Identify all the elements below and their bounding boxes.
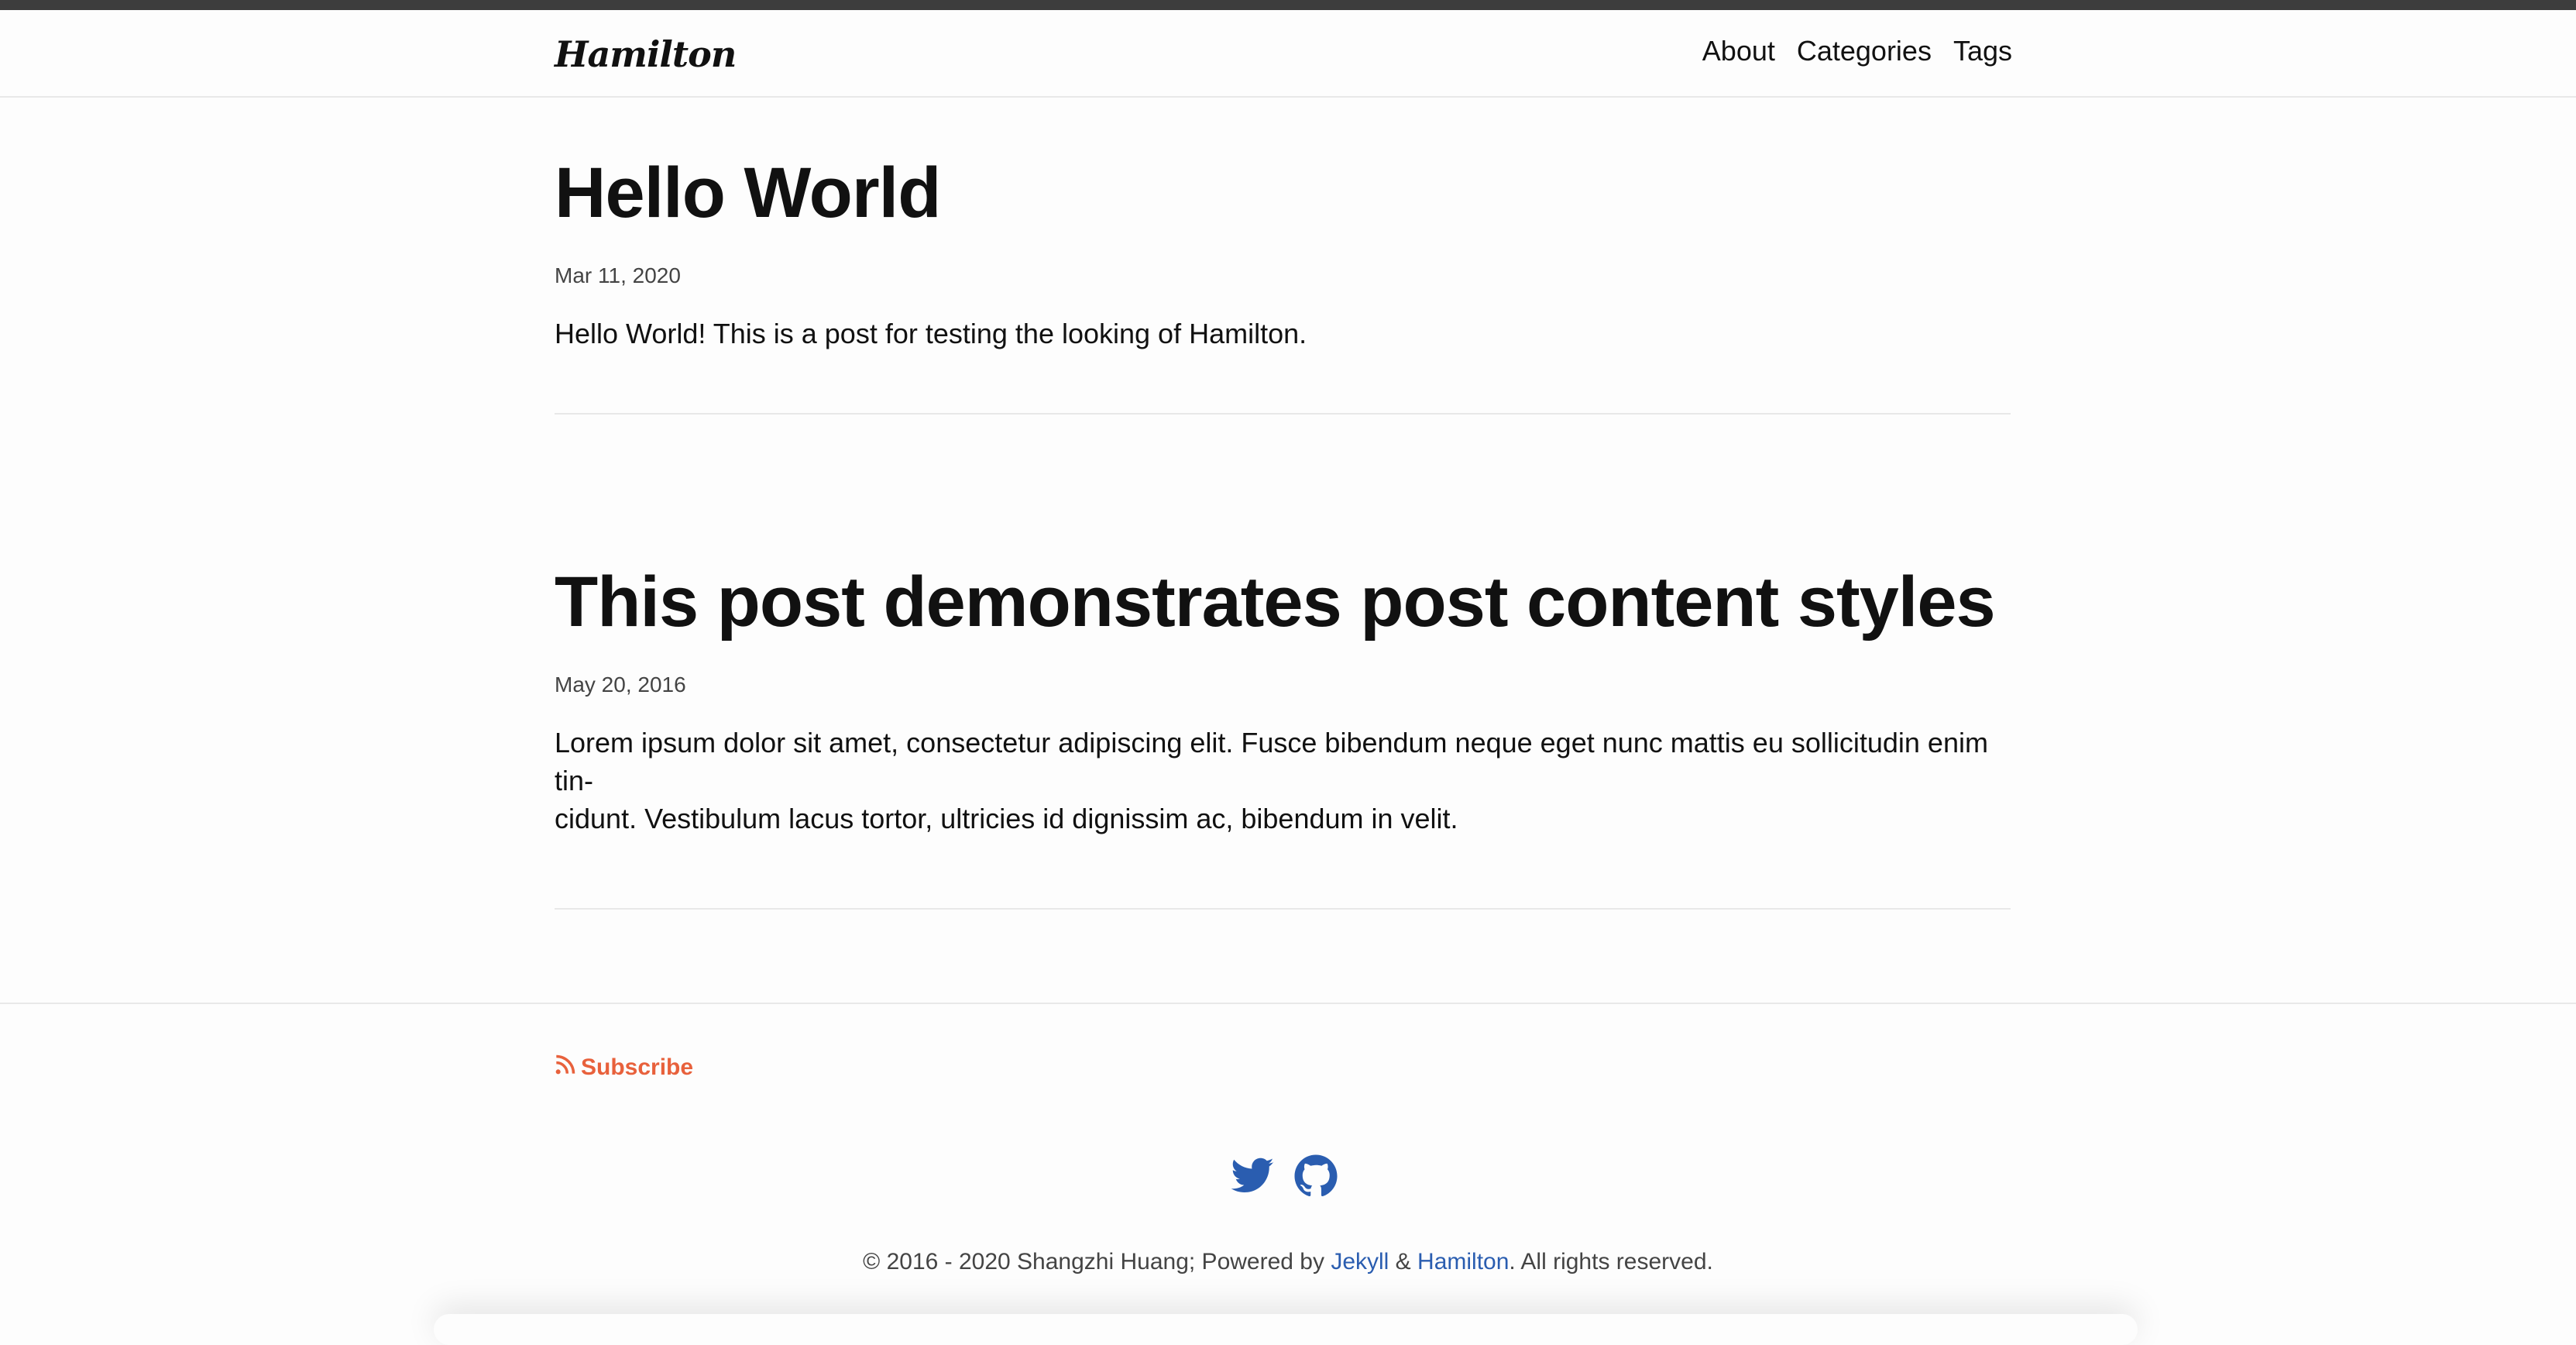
post-date: Mar 11, 2020 <box>555 263 681 288</box>
post-excerpt-line: cidunt. Vestibulum lacus tortor, ultrici… <box>555 803 1458 835</box>
site-footer: Subscribe © 2016 - 2020 Shangzhi Huang; … <box>0 1003 2576 1343</box>
post-title-link[interactable]: This post demonstrates post content styl… <box>555 559 2011 645</box>
post-excerpt: Hello World! This is a post for testing … <box>555 318 1307 350</box>
copyright-text: © 2016 - 2020 Shangzhi Huang; Powered by… <box>0 1249 2576 1275</box>
post-title-link[interactable]: Hello World <box>555 150 2011 236</box>
post-excerpt-line: Lorem ipsum dolor sit amet, consectetur … <box>555 727 1988 797</box>
copyright-prefix: © 2016 - 2020 Shangzhi Huang; Powered by <box>863 1249 1331 1274</box>
post-list: Hello World Mar 11, 2020 Hello World! Th… <box>555 98 2011 910</box>
hamilton-link[interactable]: Hamilton <box>1417 1249 1509 1274</box>
social-links <box>1229 1153 1339 1199</box>
nav-categories-link[interactable]: Categories <box>1797 35 1932 67</box>
subscribe-label: Subscribe <box>581 1054 694 1080</box>
jekyll-link[interactable]: Jekyll <box>1331 1249 1389 1274</box>
site-title-logo[interactable]: Hamilton <box>555 33 737 75</box>
post-item: This post demonstrates post content styl… <box>555 507 2011 910</box>
site-header: Hamilton About Categories Tags <box>0 10 2576 98</box>
twitter-icon[interactable] <box>1229 1153 1276 1199</box>
footer-shadow-decoration <box>434 1314 2138 1345</box>
nav-tags-link[interactable]: Tags <box>1953 35 2012 67</box>
top-accent-bar <box>0 0 2576 10</box>
post-item: Hello World Mar 11, 2020 Hello World! Th… <box>555 98 2011 415</box>
post-excerpt: Lorem ipsum dolor sit amet, consectetur … <box>555 724 2011 838</box>
post-date: May 20, 2016 <box>555 672 686 697</box>
copyright-ampersand: & <box>1389 1249 1418 1274</box>
copyright-suffix: . All rights reserved. <box>1509 1249 1713 1274</box>
nav-about-link[interactable]: About <box>1702 35 1775 67</box>
github-icon[interactable] <box>1293 1153 1339 1199</box>
rss-icon <box>555 1054 576 1082</box>
subscribe-link[interactable]: Subscribe <box>555 1054 693 1082</box>
site-nav: About Categories Tags <box>1702 35 2012 67</box>
